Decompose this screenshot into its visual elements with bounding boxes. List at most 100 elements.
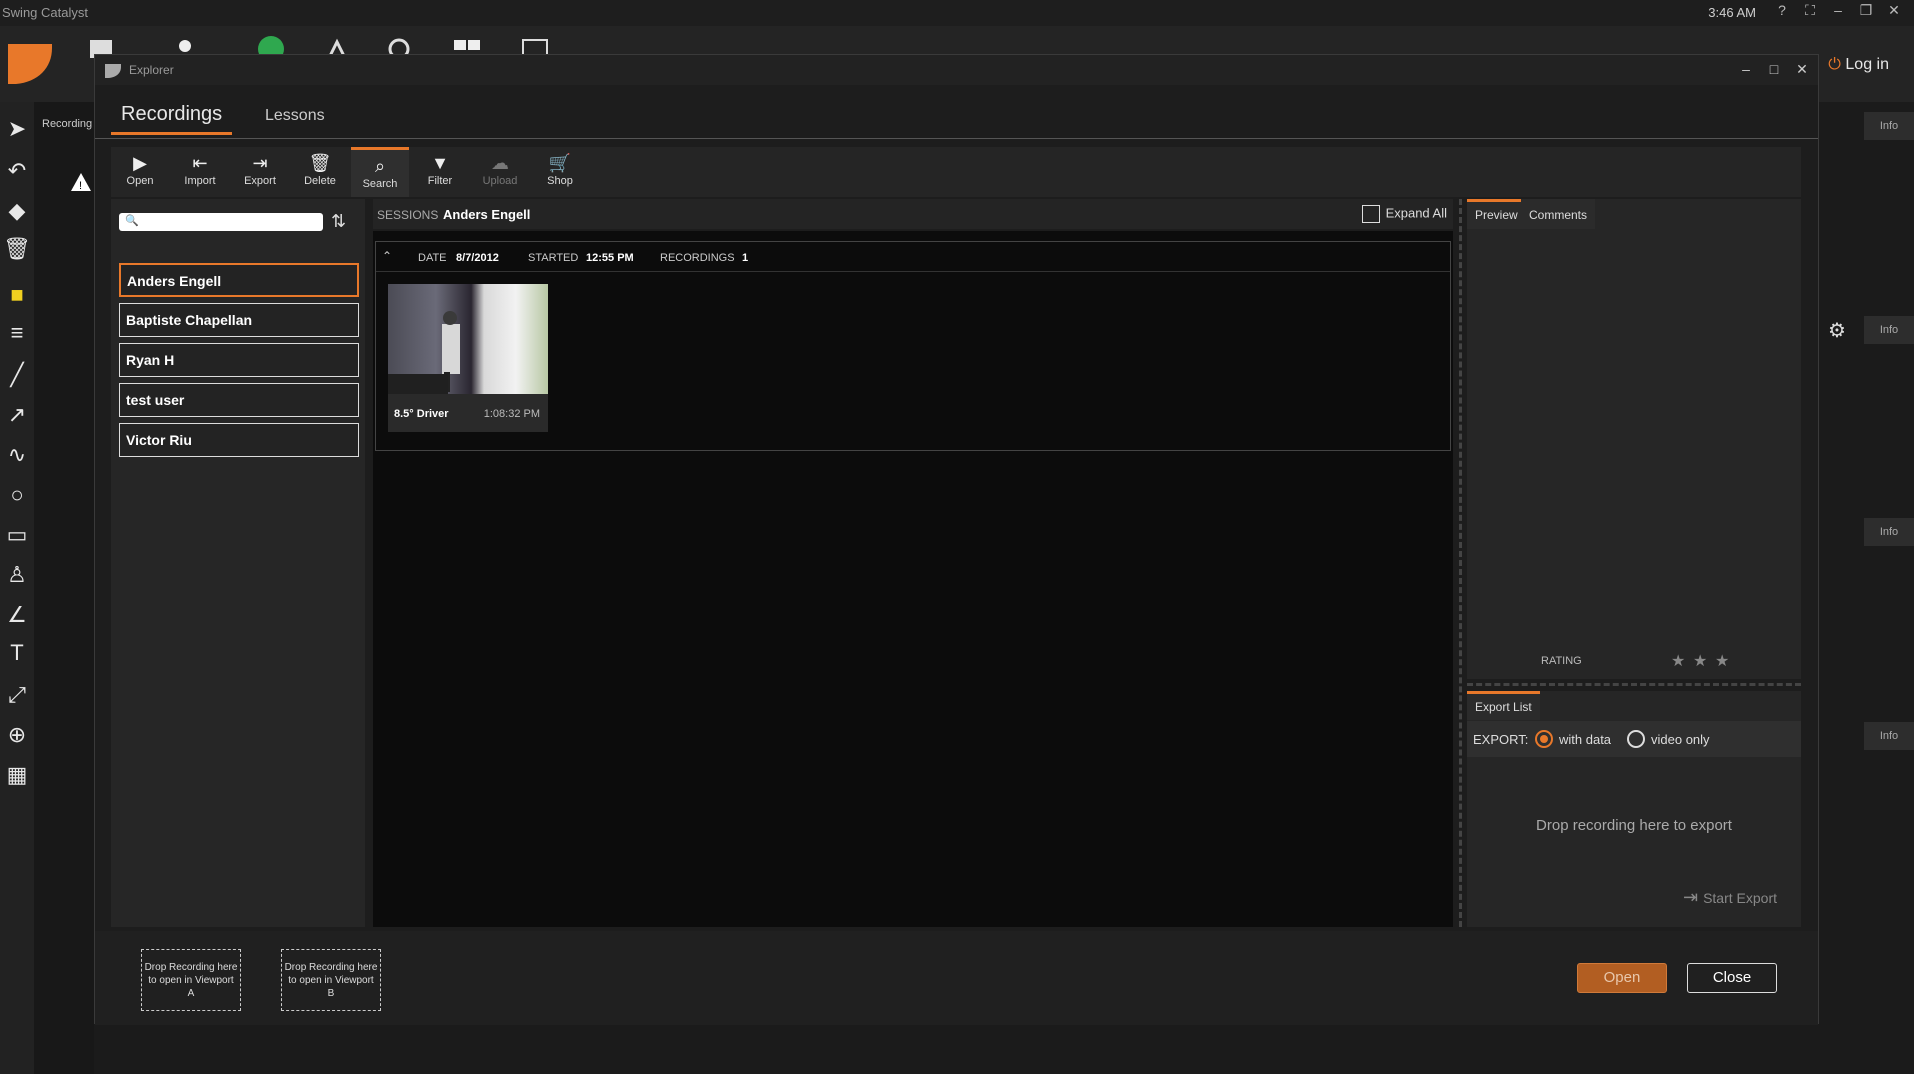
rating-star[interactable]: ★	[1715, 651, 1729, 671]
play-icon: ▶	[133, 153, 147, 173]
grid-icon[interactable]: ▦	[4, 762, 30, 788]
date-value: 8/7/2012	[456, 252, 499, 264]
video-only-radio[interactable]	[1627, 730, 1645, 748]
minimize-icon[interactable]: –	[1736, 61, 1756, 77]
open-tool-button[interactable]: ▶ Open	[111, 147, 169, 197]
freehand-icon[interactable]: ∿	[4, 442, 30, 468]
tab-recordings[interactable]: Recordings	[111, 103, 233, 135]
swing-catalyst-logo	[8, 44, 52, 84]
person-item[interactable]: Anders Engell	[119, 263, 359, 297]
tab-lessons[interactable]: Lessons	[255, 107, 335, 131]
export-icon: ⇥	[252, 153, 268, 173]
expand-all-label: Expand All	[1385, 205, 1447, 221]
sessions-label: SESSIONS	[377, 208, 439, 222]
rectangle-icon[interactable]: ▭	[4, 522, 30, 548]
explorer-tabs: Recordings Lessons	[95, 85, 1818, 139]
explorer-title-bar: Explorer – □ ✕	[95, 55, 1818, 85]
clock: 3:46 AM	[1708, 5, 1756, 20]
person-item[interactable]: Victor Riu	[119, 423, 359, 457]
explorer-toolbar: ▶ Open ⇤ Import ⇥ Export 🗑 Delete ⌕ Search ▼ F…	[111, 147, 1801, 197]
import-tool-button[interactable]: ⇤ Import	[171, 147, 229, 197]
recording-thumbnail[interactable]: 8.5° Driver 1:08:32 PM	[388, 284, 548, 432]
person-item[interactable]: Ryan H	[119, 343, 359, 377]
explorer-footer: Drop Recording here to open in Viewport …	[95, 931, 1818, 1025]
cart-icon: 🛒	[548, 153, 572, 173]
rating-label: RATING	[1541, 655, 1582, 667]
session-header[interactable]: ⌃ DATE 8/7/2012 STARTED 12:55 PM RECORDI…	[376, 242, 1450, 272]
circle-icon[interactable]: ○	[4, 482, 30, 508]
info-tag[interactable]: Info	[1864, 316, 1914, 344]
checkbox-icon	[1361, 205, 1380, 223]
zoom-icon[interactable]: ⊕	[4, 722, 30, 748]
started-value: 12:55 PM	[586, 252, 634, 264]
open-button[interactable]: Open	[1577, 963, 1667, 993]
search-tool-label: Search	[362, 178, 398, 190]
body-icon[interactable]: ♙	[4, 562, 30, 588]
tab-preview[interactable]: Preview	[1467, 199, 1526, 229]
export-tool-button[interactable]: ⇥ Export	[231, 147, 289, 197]
viewport-a-drop-zone[interactable]: Drop Recording here to open in Viewport …	[141, 949, 241, 1011]
trash-icon[interactable]: 🗑	[3, 236, 31, 262]
minimize-icon[interactable]: –	[1826, 2, 1850, 18]
delete-tool-button[interactable]: 🗑 Delete	[291, 147, 349, 197]
person-item[interactable]: Baptiste Chapellan	[119, 303, 359, 337]
rating-star[interactable]: ★	[1671, 651, 1685, 671]
svg-text:!: !	[79, 180, 82, 192]
start-export-label: Start Export	[1703, 890, 1777, 906]
tab-export-list[interactable]: Export List	[1467, 691, 1540, 720]
fullscreen-icon[interactable]: ⛶	[1798, 2, 1822, 19]
close-icon[interactable]: ✕	[1882, 2, 1906, 19]
help-icon[interactable]: ?	[1770, 2, 1794, 18]
trash-icon: 🗑	[308, 153, 332, 173]
start-export-button[interactable]: ⇥ Start Export	[1683, 887, 1777, 908]
login-button[interactable]: ⏻ Log in	[1828, 56, 1889, 74]
viewport-b-drop-zone[interactable]: Drop Recording here to open in Viewport …	[281, 949, 381, 1011]
line-style-icon[interactable]: ≡	[4, 320, 30, 346]
expand-all-checkbox[interactable]: Expand All	[1361, 205, 1447, 223]
rating-star[interactable]: ★	[1693, 651, 1707, 671]
text-icon[interactable]: T	[4, 640, 30, 666]
tab-comments[interactable]: Comments	[1521, 199, 1596, 229]
filter-tool-button[interactable]: ▼ Filter	[411, 147, 469, 197]
search-tool-button[interactable]: ⌕ Search	[351, 147, 409, 197]
maximize-icon[interactable]: □	[1764, 61, 1784, 77]
close-button[interactable]: Close	[1687, 963, 1777, 993]
recording-time: 1:08:32 PM	[483, 408, 540, 420]
filter-tool-label: Filter	[427, 175, 453, 187]
angle-icon[interactable]: ∠	[4, 602, 30, 628]
search-icon: ⌕	[374, 156, 386, 176]
collapse-icon[interactable]: ⌃	[382, 249, 392, 263]
restore-icon[interactable]: ❐	[1854, 2, 1878, 19]
import-icon: ⇤	[192, 153, 208, 173]
undo-icon[interactable]: ↶	[4, 158, 30, 184]
explorer-logo-icon	[105, 64, 121, 78]
eraser-icon[interactable]: ◆	[4, 198, 30, 224]
close-icon[interactable]: ✕	[1792, 61, 1812, 78]
shop-tool-label: Shop	[547, 175, 573, 187]
export-panel: Export List EXPORT: with data video only…	[1467, 691, 1801, 927]
gear-icon[interactable]: ⚙	[1828, 318, 1846, 343]
panel-splitter[interactable]	[1459, 199, 1463, 927]
arrow-icon[interactable]: ↗	[4, 402, 30, 428]
measure-icon[interactable]: ⤢	[4, 682, 30, 708]
info-tag[interactable]: Info	[1864, 518, 1914, 546]
login-label: Log in	[1845, 56, 1889, 73]
color-picker-icon[interactable]: ■	[4, 282, 30, 308]
panel-splitter[interactable]	[1467, 683, 1801, 687]
person-item[interactable]: test user	[119, 383, 359, 417]
export-drop-zone[interactable]: Drop recording here to export	[1467, 817, 1801, 834]
people-search-input[interactable]: 🔍	[119, 213, 323, 231]
drawing-tools-sidebar: ➤ ↶ ◆ 🗑 ■ ≡ ╱ ↗ ∿ ○ ▭ ♙ ∠ T ⤢ ⊕ ▦	[0, 102, 34, 1074]
info-tag[interactable]: Info	[1864, 112, 1914, 140]
with-data-radio[interactable]	[1535, 730, 1553, 748]
recording-name: 8.5° Driver	[394, 408, 449, 420]
info-tag[interactable]: Info	[1864, 722, 1914, 750]
pointer-icon[interactable]: ➤	[4, 116, 30, 142]
filter-icon: ▼	[431, 153, 449, 173]
recording-preview-image	[388, 284, 548, 394]
sort-icon[interactable]: ⇅	[331, 211, 355, 233]
upload-tool-button[interactable]: ☁ Upload	[471, 147, 529, 197]
shop-tool-button[interactable]: 🛒 Shop	[531, 147, 589, 197]
upload-tool-label: Upload	[482, 175, 518, 187]
line-icon[interactable]: ╱	[4, 362, 30, 388]
